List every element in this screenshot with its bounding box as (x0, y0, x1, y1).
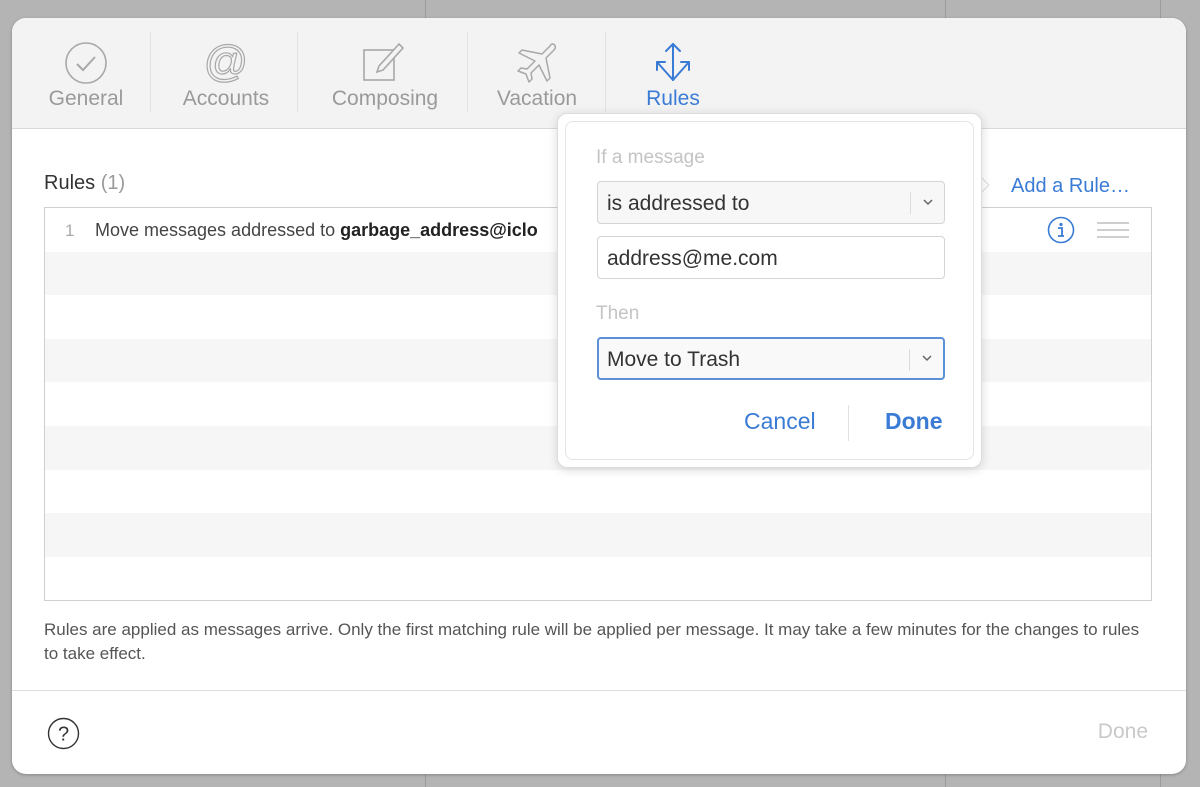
chevron-down-icon (923, 199, 933, 206)
rule-text-prefix: Move messages addressed to (95, 220, 341, 240)
checkmark-circle-icon (65, 42, 107, 84)
empty-row (45, 513, 1151, 557)
rule-address: garbage_address@iclo (340, 220, 538, 240)
empty-row (45, 470, 1151, 514)
rules-heading-title: Rules (44, 172, 96, 194)
tab-label: Rules (646, 87, 700, 110)
rules-count: (1) (100, 172, 126, 194)
tab-accounts[interactable]: @ Accounts (168, 18, 284, 129)
info-icon[interactable] (1047, 216, 1075, 244)
popover-done-button[interactable]: Done (885, 408, 943, 435)
empty-row (45, 557, 1151, 600)
tab-divider (467, 32, 468, 112)
condition-select-value: is addressed to (607, 192, 750, 215)
add-rule-link[interactable]: Add a Rule… (1011, 175, 1130, 198)
action-select[interactable]: Move to Trash (597, 337, 945, 380)
tab-composing[interactable]: Composing (314, 18, 456, 129)
tab-divider (297, 32, 298, 112)
rule-description: Move messages addressed to garbage_addre… (95, 220, 538, 241)
condition-select[interactable]: is addressed to (597, 181, 945, 224)
rules-heading: Rules (1) (44, 172, 125, 195)
rule-number: 1 (65, 221, 75, 240)
select-divider (910, 192, 911, 214)
popover-button-divider (848, 405, 849, 441)
popover-cancel-button[interactable]: Cancel (744, 408, 816, 435)
svg-text:?: ? (58, 724, 69, 746)
action-select-value: Move to Trash (607, 348, 741, 371)
tab-label: General (48, 87, 124, 110)
drag-handle-icon[interactable] (1097, 222, 1129, 238)
if-message-label: If a message (596, 147, 705, 168)
chevron-down-icon (922, 355, 932, 362)
tab-label: Composing (331, 87, 439, 110)
condition-value-text: address@me.com (607, 247, 778, 270)
at-sign-icon: @ (203, 40, 249, 86)
rules-footnote: Rules are applied as messages arrive. On… (44, 620, 1140, 663)
tab-label: Vacation (496, 87, 578, 110)
compose-icon (363, 42, 405, 81)
airplane-icon (517, 43, 557, 83)
tab-divider (150, 32, 151, 112)
condition-value-input[interactable]: address@me.com (597, 236, 945, 279)
tab-label: Accounts (182, 87, 270, 110)
footer-divider (12, 690, 1186, 691)
rules-arrows-icon (656, 43, 690, 81)
select-divider (909, 349, 910, 371)
svg-text:@: @ (204, 40, 249, 86)
then-label: Then (596, 303, 640, 324)
tab-general[interactable]: General (32, 18, 140, 129)
question-circle-icon[interactable]: ? (47, 717, 80, 750)
tab-divider (605, 32, 606, 112)
done-button[interactable]: Done (1098, 720, 1148, 744)
